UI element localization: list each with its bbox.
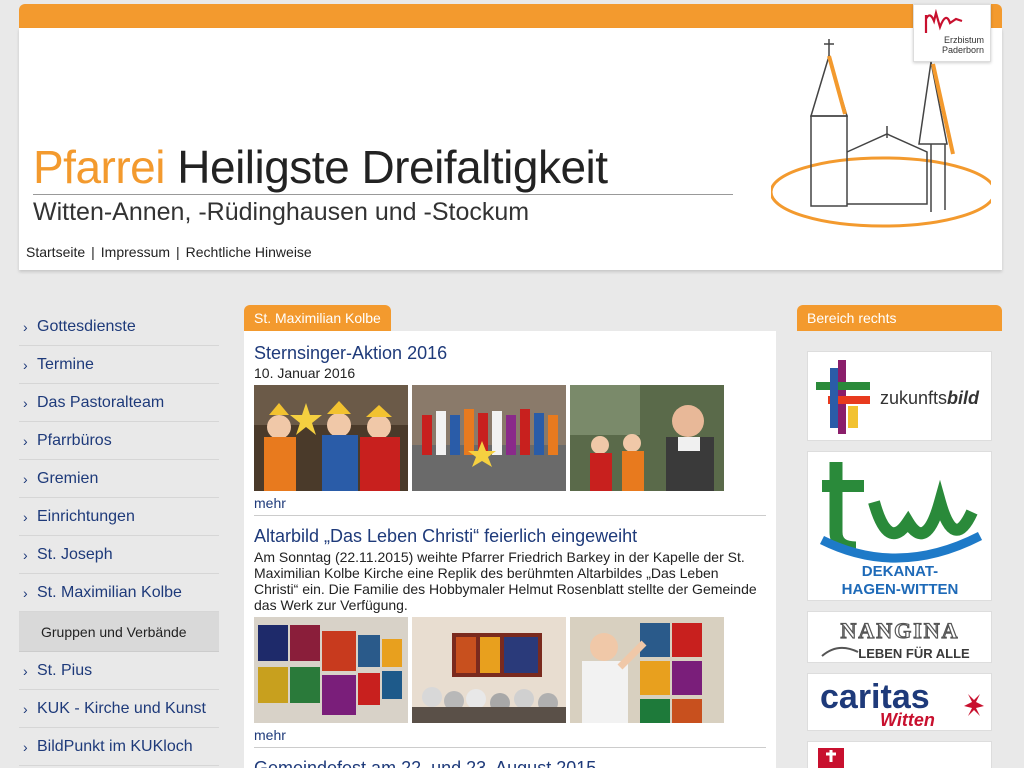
sternsinger-photo-3[interactable] [570,385,724,491]
chevron-right-icon: › [23,508,28,525]
sidebar-item-kuk[interactable]: › KUK - Kirche und Kunst [19,690,219,728]
sidebar-item-st-joseph[interactable]: › St. Joseph [19,536,219,574]
site-subtitle: Witten-Annen, -Rüdinghausen und -Stockum [33,198,530,226]
caritas-witten-logo[interactable]: caritas Witten [807,673,992,731]
church-logo-icon [771,39,991,228]
article-text: Am Sonntag (22.11.2015) weihte Pfarrer F… [254,549,757,613]
zukunftsbild-icon: zukunftsbild [816,360,980,434]
sternsinger-photo-2[interactable] [412,385,566,491]
sidebar-item-pfarrbueros[interactable]: › Pfarrbüros [19,422,219,460]
nav-impressum[interactable]: Impressum [101,244,170,260]
sternsinger-photo-1[interactable] [254,385,408,491]
article-sternsinger: Sternsinger-Aktion 2016 10. Januar 2016 [254,343,766,516]
title-divider [33,194,733,195]
sidebar-item-pastoralteam[interactable]: › Das Pastoralteam [19,384,219,422]
sidebar-item-st-pius[interactable]: › St. Pius [19,652,219,690]
sidebar-item-bildpunkt[interactable]: › BildPunkt im KUKloch [19,728,219,766]
svg-text:HAGEN-WITTEN: HAGEN-WITTEN [842,581,959,598]
top-navigation: Startseite | Impressum | Rechtliche Hinweise [26,244,312,260]
nangina-icon: NANGINA LEBEN FÜR ALLE [821,617,970,661]
chevron-right-icon: › [23,432,28,449]
article-more-link[interactable]: mehr [254,727,766,743]
article-title[interactable]: Sternsinger-Aktion 2016 [254,343,766,364]
article-more-link[interactable]: mehr [254,495,766,511]
zukunftsbild-logo[interactable]: zukunftsbild [807,351,992,441]
svg-text:LEBEN FÜR ALLE: LEBEN FÜR ALLE [858,646,970,661]
chevron-right-icon: › [23,584,28,601]
altarbild-photo-2[interactable] [412,617,566,723]
altarbild-photo-1[interactable] [254,617,408,723]
chevron-right-icon: › [23,394,28,411]
nav-separator: | [91,244,95,260]
article-date: 10. Januar 2016 [254,365,356,381]
site-title-main: Heiligste Dreifaltigkeit [177,141,608,193]
sidebar-item-einrichtungen[interactable]: › Einrichtungen [19,498,219,536]
article-gemeindefest: Gemeindefest am 22. und 23. August 2015 [254,758,766,768]
sidebar-item-gottesdienste[interactable]: › Gottesdienste [19,308,219,346]
nav-separator: | [176,244,180,260]
article-title[interactable]: Altarbild „Das Leben Christi“ feierlich … [254,526,766,547]
chevron-right-icon: › [23,546,28,563]
chevron-right-icon: › [23,356,28,373]
left-navigation: › Gottesdienste › Termine › Das Pastoraltea… [19,308,219,766]
sidebar-subitem-gruppen[interactable]: Gruppen und Verbände [19,612,219,652]
nangina-logo[interactable]: NANGINA LEBEN FÜR ALLE [807,611,992,663]
site-title-prefix: Pfarrei [33,141,165,193]
chevron-right-icon: › [23,318,28,335]
site-title: Pfarrei Heiligste Dreifaltigkeit [33,140,608,194]
svg-text:Witten: Witten [880,710,935,730]
dekanat-hagen-witten-logo[interactable]: DEKANAT- HAGEN-WITTEN [807,451,992,601]
erzbistum-logo-icon [924,9,963,33]
svg-text:zukunftsbild: zukunftsbild [880,388,980,408]
svg-text:DEKANAT-: DEKANAT- [862,563,938,580]
right-sidebar: zukunftsbild DEKANAT- HAGEN-WITTEN NANGI… [797,331,1002,768]
site-header: Pfarrei Heiligste Dreifaltigkeit Witten-… [19,4,1002,270]
article-thumbnails [254,385,766,491]
header-top-bar [19,4,1002,30]
sidebar-item-gremien[interactable]: › Gremien [19,460,219,498]
svg-text:NANGINA: NANGINA [840,618,959,643]
dekanat-logo-icon: DEKANAT- HAGEN-WITTEN [819,462,983,598]
article-thumbnails [254,617,766,723]
caritas-partial-logo[interactable] [807,741,992,768]
article-altarbild: Altarbild „Das Leben Christi“ feierlich … [254,526,766,748]
main-content: Sternsinger-Aktion 2016 10. Januar 2016 [244,331,776,768]
chevron-right-icon: › [23,700,28,717]
article-title[interactable]: Gemeindefest am 22. und 23. August 2015 [254,758,766,768]
nav-startseite[interactable]: Startseite [26,244,85,260]
caritas-icon: caritas Witten [820,678,984,730]
sidebar-item-termine[interactable]: › Termine [19,346,219,384]
nav-rechtliche-hinweise[interactable]: Rechtliche Hinweise [186,244,312,260]
chevron-right-icon: › [23,662,28,679]
caritas-flame-icon [818,748,844,768]
altarbild-photo-3[interactable] [570,617,724,723]
right-section-tab: Bereich rechts [797,305,1002,331]
chevron-right-icon: › [23,470,28,487]
sidebar-item-st-maximilian-kolbe[interactable]: › St. Maximilian Kolbe [19,574,219,612]
main-section-tab: St. Maximilian Kolbe [244,305,391,331]
chevron-right-icon: › [23,738,28,755]
